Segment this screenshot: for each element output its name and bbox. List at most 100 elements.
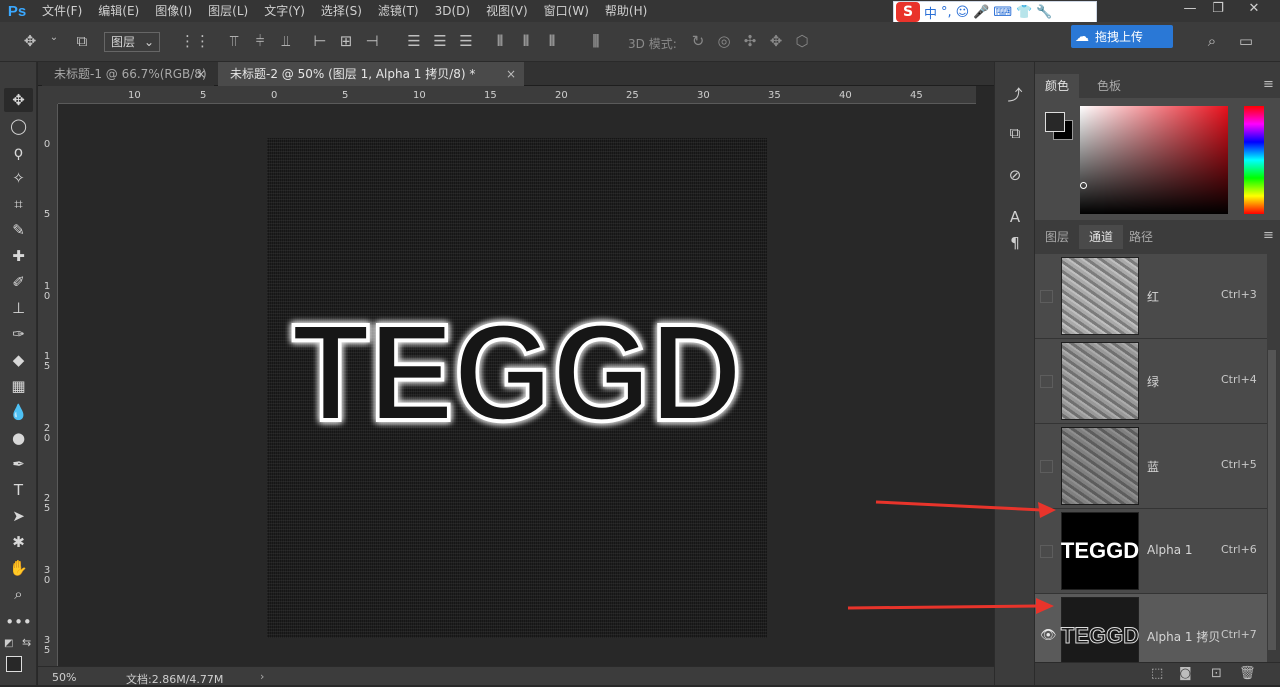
- menu-help[interactable]: 帮助(H): [597, 0, 655, 22]
- swap-colors-icon[interactable]: ⇆: [22, 636, 31, 649]
- color-picker-cursor[interactable]: [1080, 182, 1087, 189]
- ime-punctuation-icon[interactable]: °,: [941, 5, 952, 20]
- hue-slider[interactable]: [1244, 106, 1264, 214]
- properties-panel-icon[interactable]: ⧉: [1003, 124, 1027, 142]
- new-channel-icon[interactable]: ⊡: [1211, 666, 1222, 681]
- distribute-top-icon[interactable]: ☰: [404, 32, 424, 50]
- distribute-vcenter-icon[interactable]: ☰: [430, 32, 450, 50]
- align-hcenter-icon[interactable]: ⊞: [336, 32, 356, 50]
- distribute-right-icon[interactable]: ⫴: [542, 32, 562, 50]
- close-icon[interactable]: ×: [506, 62, 516, 86]
- zoom-level[interactable]: 50%: [52, 671, 76, 684]
- dodge-tool-icon[interactable]: ●: [4, 426, 33, 450]
- distribute-left-icon[interactable]: ⫴: [490, 32, 510, 50]
- marquee-tool-icon[interactable]: ◯: [4, 114, 33, 138]
- align-top-icon[interactable]: ⫪: [224, 32, 244, 50]
- tab-channels[interactable]: 通道: [1079, 225, 1124, 249]
- visibility-toggle[interactable]: [1040, 375, 1053, 388]
- type-tool-icon[interactable]: T: [4, 478, 33, 502]
- align-bottom-icon[interactable]: ⫫: [276, 32, 296, 50]
- channels-panel-menu-icon[interactable]: ≡: [1263, 228, 1274, 243]
- menu-type[interactable]: 文字(Y): [256, 0, 313, 22]
- blur-tool-icon[interactable]: 💧: [4, 400, 33, 424]
- tab-layers[interactable]: 图层: [1035, 225, 1079, 249]
- more-tools-icon[interactable]: •••: [4, 610, 33, 634]
- ruler-origin[interactable]: [38, 86, 58, 104]
- restore-button[interactable]: ❐: [1204, 0, 1232, 18]
- color-picker-field[interactable]: [1080, 106, 1228, 214]
- tab-untitled-1[interactable]: 未标题-1 @ 66.7%(RGB/8) ×: [42, 62, 214, 86]
- history-panel-icon[interactable]: ⤴: [1003, 84, 1027, 105]
- move-tool-icon[interactable]: ✥: [20, 32, 40, 50]
- menu-view[interactable]: 视图(V): [478, 0, 536, 22]
- pen-tool-icon[interactable]: ✒: [4, 452, 33, 476]
- 3d-rotate-icon[interactable]: ↻: [688, 32, 708, 50]
- foreground-color-swatch[interactable]: [6, 656, 22, 672]
- eye-icon[interactable]: 👁: [1040, 629, 1057, 643]
- auto-align-icon[interactable]: ⫼: [586, 32, 606, 50]
- menu-select[interactable]: 选择(S): [313, 0, 370, 22]
- fg-bg-color-swatch[interactable]: [1045, 112, 1075, 142]
- zoom-tool-icon[interactable]: ⌕: [4, 582, 33, 606]
- tab-paths[interactable]: 路径: [1119, 225, 1163, 249]
- 3d-roll-icon[interactable]: ◎: [714, 32, 734, 50]
- menu-3d[interactable]: 3D(D): [427, 0, 478, 22]
- ime-keyboard-icon[interactable]: ⌨: [993, 5, 1012, 20]
- color-panel-menu-icon[interactable]: ≡: [1263, 77, 1274, 92]
- save-selection-icon[interactable]: ◙: [1179, 666, 1192, 681]
- adjustments-panel-icon[interactable]: ⊘: [1003, 166, 1027, 184]
- minimize-button[interactable]: —: [1176, 0, 1204, 18]
- gradient-tool-icon[interactable]: ▦: [4, 374, 33, 398]
- menu-filter[interactable]: 滤镜(T): [370, 0, 427, 22]
- menu-file[interactable]: 文件(F): [34, 0, 90, 22]
- align-vcenter-icon[interactable]: ⫩: [250, 32, 270, 50]
- align-left-icon[interactable]: ⊢: [310, 32, 330, 50]
- tab-color[interactable]: 颜色: [1035, 74, 1080, 98]
- close-window-button[interactable]: ✕: [1240, 0, 1268, 18]
- history-brush-tool-icon[interactable]: ✑: [4, 322, 33, 346]
- drag-upload-button[interactable]: ☁ 拖拽上传: [1071, 25, 1173, 48]
- auto-select-icon[interactable]: ⧉: [72, 32, 92, 50]
- magic-wand-tool-icon[interactable]: ✧: [4, 166, 33, 190]
- ime-voice-icon[interactable]: 🎤: [973, 5, 989, 20]
- default-colors-icon[interactable]: ◩: [4, 638, 13, 649]
- align-right-icon[interactable]: ⊣: [362, 32, 382, 50]
- clone-stamp-tool-icon[interactable]: ⊥: [4, 296, 33, 320]
- paragraph-panel-icon[interactable]: ¶: [1003, 234, 1027, 252]
- channel-row-green[interactable]: 绿 Ctrl+4: [1035, 339, 1267, 424]
- tab-swatches[interactable]: 色板: [1087, 74, 1131, 98]
- visibility-toggle[interactable]: [1040, 460, 1053, 473]
- ime-skin-icon[interactable]: 👕: [1016, 5, 1032, 20]
- workspace-icon[interactable]: ▭: [1236, 32, 1256, 50]
- menu-edit[interactable]: 编辑(E): [90, 0, 147, 22]
- healing-brush-tool-icon[interactable]: ✚: [4, 244, 33, 268]
- delete-channel-icon[interactable]: 🗑: [1239, 666, 1256, 681]
- crop-tool-icon[interactable]: ⌗: [4, 192, 33, 216]
- hand-tool-icon[interactable]: ✋: [4, 556, 33, 580]
- transform-controls-icon[interactable]: ⋮⋮: [180, 32, 210, 50]
- ime-emoji-icon[interactable]: ☺: [956, 5, 970, 20]
- distribute-bottom-icon[interactable]: ☰: [456, 32, 476, 50]
- tab-untitled-2[interactable]: 未标题-2 @ 50% (图层 1, Alpha 1 拷贝/8) * ×: [218, 62, 524, 86]
- close-icon[interactable]: ×: [196, 62, 206, 86]
- move-tool-icon[interactable]: ✥: [4, 88, 33, 112]
- eraser-tool-icon[interactable]: ◆: [4, 348, 33, 372]
- 3d-slide-icon[interactable]: ✥: [766, 32, 786, 50]
- search-icon[interactable]: ⌕: [1202, 32, 1222, 50]
- eyedropper-tool-icon[interactable]: ✎: [4, 218, 33, 242]
- scrollbar-thumb[interactable]: [1268, 350, 1276, 650]
- character-panel-icon[interactable]: A: [1003, 208, 1027, 226]
- 3d-drag-icon[interactable]: ✣: [740, 32, 760, 50]
- ime-settings-icon[interactable]: 🔧: [1036, 5, 1052, 20]
- 3d-scale-icon[interactable]: ⬡: [792, 32, 812, 50]
- menu-window[interactable]: 窗口(W): [536, 0, 597, 22]
- lasso-tool-icon[interactable]: ϙ: [4, 140, 33, 164]
- custom-shape-tool-icon[interactable]: ✱: [4, 530, 33, 554]
- load-selection-icon[interactable]: ⬚: [1151, 666, 1163, 681]
- visibility-toggle[interactable]: [1040, 290, 1053, 303]
- sogou-logo-icon[interactable]: S: [896, 2, 920, 22]
- ime-chinese-toggle[interactable]: 中: [924, 3, 937, 22]
- status-menu-arrow[interactable]: ›: [260, 670, 264, 683]
- menu-layer[interactable]: 图层(L): [200, 0, 256, 22]
- move-options-chevron-icon[interactable]: ⌄: [44, 32, 64, 43]
